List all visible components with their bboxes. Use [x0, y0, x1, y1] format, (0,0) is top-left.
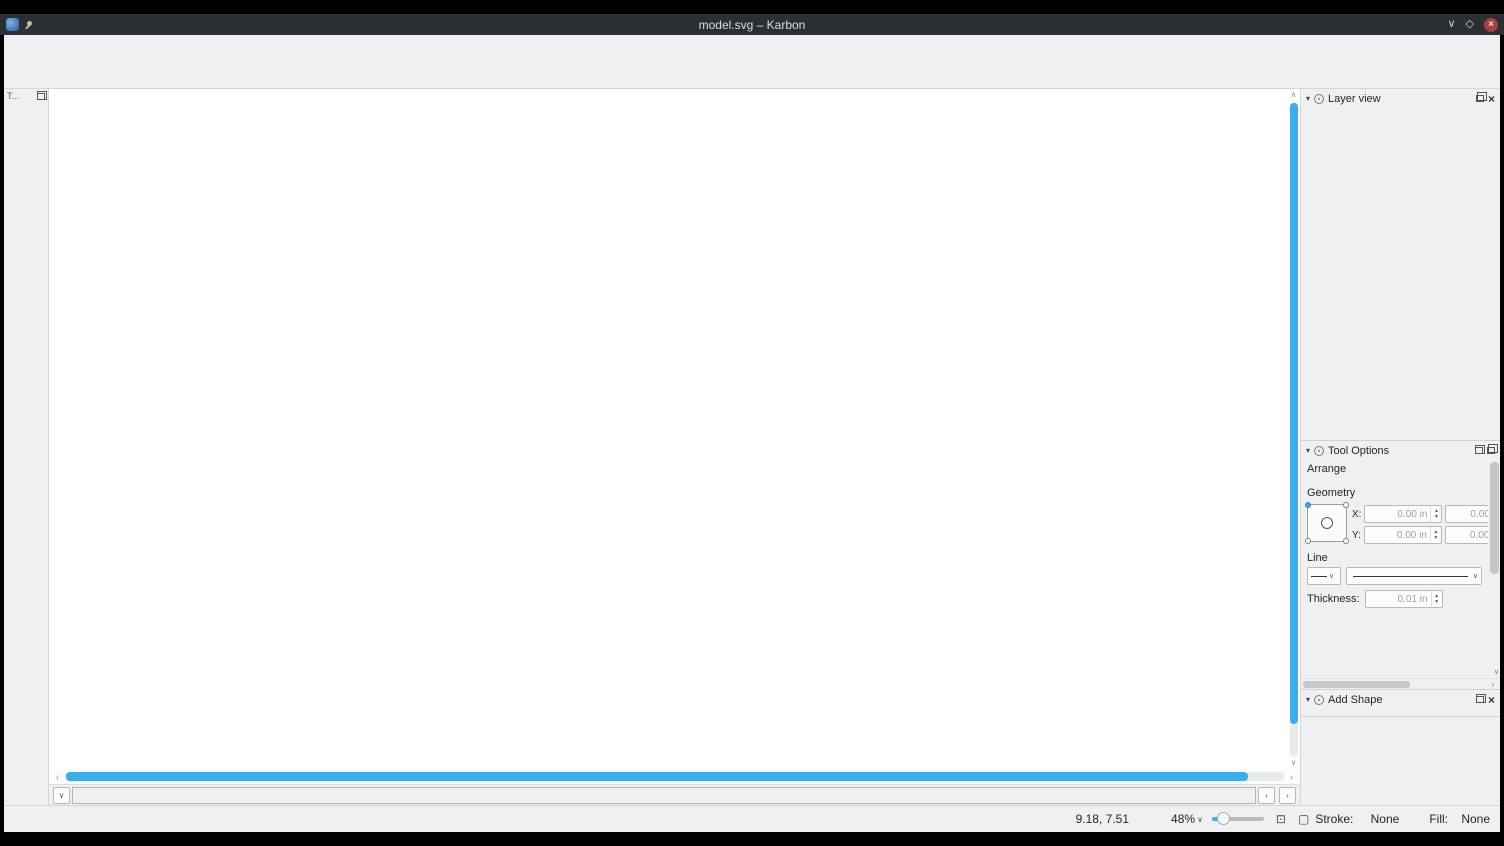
scroll-down-icon[interactable]: ∨ — [1494, 668, 1499, 676]
width-field[interactable]: 0.00 in ▲▼ — [1445, 505, 1488, 523]
arrange-section-label: Arrange — [1301, 460, 1488, 476]
statusbar: 9.18, 7.51 48% ∨ ⊡ ▢ Stroke: None Fill: … — [4, 805, 1500, 832]
zoom-slider[interactable] — [1212, 817, 1264, 821]
vscroll-thumb[interactable] — [1290, 103, 1298, 724]
line-preview — [1353, 576, 1468, 577]
position-anchor-widget[interactable] — [1307, 504, 1347, 542]
artwork-lowpoly-fox[interactable] — [545, 158, 900, 668]
tool-options-hscrollbar[interactable]: › — [1301, 678, 1500, 689]
tools-docker-title: T... — [7, 91, 19, 101]
stroke-label: Stroke: — [1315, 812, 1353, 826]
float-icon[interactable] — [1487, 447, 1495, 454]
maximize-button[interactable]: ◇ — [1466, 19, 1474, 30]
anchor-top-left[interactable] — [1305, 502, 1311, 508]
zoom-level[interactable]: 48% — [1171, 812, 1195, 826]
chevron-down-icon: ∨ — [1329, 572, 1334, 580]
zoom-fit-icon[interactable]: ⊡ — [1276, 812, 1286, 826]
spinner-arrows-icon[interactable]: ▲▼ — [1430, 527, 1441, 543]
close-docker-icon[interactable]: × — [1488, 93, 1495, 105]
close-docker-icon[interactable]: × — [1488, 694, 1495, 706]
anchor-top-right[interactable] — [1343, 502, 1349, 508]
palette-swatches — [72, 787, 1256, 804]
application-window: T... ∧ ∨ ‹ › — [4, 35, 1500, 832]
main-toolbar — [4, 58, 1500, 89]
collapse-caret-icon[interactable]: ▾ — [1306, 695, 1310, 704]
chevron-down-icon: ∨ — [1473, 572, 1478, 580]
collapse-caret-icon[interactable]: ▾ — [1306, 446, 1310, 455]
fill-label: Fill: — [1429, 812, 1448, 826]
spinner-arrows-icon[interactable]: ▲▼ — [1431, 591, 1442, 607]
hscroll-thumb[interactable] — [66, 772, 1248, 781]
layer-tree — [1301, 108, 1500, 430]
scroll-up-icon[interactable]: ∧ — [1291, 89, 1297, 101]
dock-icon[interactable] — [1476, 696, 1484, 703]
docker-menu-icon[interactable] — [1314, 695, 1324, 705]
anchor-center[interactable] — [1321, 517, 1333, 529]
thickness-field[interactable]: 0.01 in ▲▼ — [1365, 590, 1443, 608]
palette-scroll-right-button[interactable]: › — [1279, 787, 1296, 804]
line-style-select[interactable]: ∨ — [1346, 567, 1482, 585]
line-section-label: Line — [1301, 549, 1488, 565]
tool-options-vscrollbar[interactable] — [1490, 462, 1499, 665]
scroll-right-icon[interactable]: › — [1488, 680, 1498, 689]
layer-buttons-row — [1301, 430, 1500, 440]
fill-value[interactable]: None — [1448, 812, 1490, 826]
cursor-coordinates: 9.18, 7.51 — [1076, 812, 1129, 826]
dock-icon[interactable] — [1475, 447, 1483, 454]
sidebar: ▾ Layer view × ▾ Tool Options — [1300, 89, 1500, 805]
window-title: model.svg – Karbon — [0, 18, 1504, 32]
scroll-left-icon[interactable]: ‹ — [51, 772, 64, 782]
palette-scroll-left-button[interactable]: ‹ — [1258, 787, 1275, 804]
layer-view-title: Layer view — [1328, 93, 1472, 105]
collapse-caret-icon[interactable]: ▾ — [1306, 94, 1310, 103]
x-position-field[interactable]: 0.00 in ▲▼ — [1364, 505, 1442, 523]
stroke-value[interactable]: None — [1353, 812, 1399, 826]
hscroll-thumb[interactable] — [1303, 681, 1410, 688]
shape-grid — [1301, 709, 1500, 716]
add-shape-title: Add Shape — [1328, 694, 1472, 706]
add-shape-docker: ▾ Add Shape × — [1301, 690, 1500, 717]
zoom-dropdown-icon[interactable]: ∨ — [1197, 815, 1203, 824]
spinner-arrows-icon[interactable]: ▲▼ — [1430, 506, 1441, 522]
zoom-slider-handle[interactable] — [1217, 812, 1230, 825]
docker-menu-icon[interactable] — [1314, 446, 1324, 456]
menubar — [4, 35, 1500, 58]
app-icon — [6, 18, 19, 31]
pin-icon — [24, 20, 34, 30]
y-position-field[interactable]: 0.00 in ▲▼ — [1364, 526, 1442, 544]
y-label: Y: — [1352, 530, 1361, 541]
layer-view-docker: ▾ Layer view × — [1301, 89, 1500, 441]
height-field[interactable]: 0.00 in ▲▼ — [1445, 526, 1488, 544]
titlebar: model.svg – Karbon ∨ ◇ × — [0, 14, 1504, 35]
thickness-label: Thickness: — [1307, 593, 1360, 605]
minimize-button[interactable]: ∨ — [1447, 19, 1455, 30]
anchor-bottom-right[interactable] — [1343, 538, 1349, 544]
tool-options-title: Tool Options — [1328, 445, 1471, 457]
float-icon[interactable] — [1476, 95, 1484, 102]
anchor-bottom-left[interactable] — [1305, 538, 1311, 544]
tool-options-docker: ▾ Tool Options Arrange Geometry — [1301, 441, 1500, 690]
float-docker-icon[interactable] — [37, 93, 45, 100]
docker-menu-icon[interactable] — [1314, 94, 1324, 104]
desktop: model.svg – Karbon ∨ ◇ × T... — [0, 0, 1504, 846]
line-cap-select[interactable]: ∨ — [1307, 567, 1341, 585]
scroll-down-icon[interactable]: ∨ — [1291, 757, 1297, 769]
x-label: X: — [1352, 509, 1361, 520]
horizontal-scrollbar[interactable]: ‹ › — [49, 769, 1300, 784]
color-palette-bar: ∨ ‹ › — [49, 784, 1300, 805]
close-button[interactable]: × — [1484, 18, 1498, 32]
tools-docker: T... — [4, 89, 49, 805]
vertical-scrollbar[interactable]: ∧ ∨ — [1287, 89, 1300, 769]
canvas[interactable]: ∧ ∨ — [49, 89, 1300, 769]
line-preview — [1311, 576, 1327, 577]
tool-grid — [4, 102, 48, 104]
scroll-right-icon[interactable]: › — [1285, 772, 1298, 782]
canvas-column: ∧ ∨ ‹ › ∨ ‹ › — [49, 89, 1300, 805]
page-outline-icon[interactable]: ▢ — [1298, 812, 1309, 826]
palette-expand-button[interactable]: ∨ — [53, 787, 70, 804]
geometry-section-label: Geometry — [1301, 484, 1488, 500]
